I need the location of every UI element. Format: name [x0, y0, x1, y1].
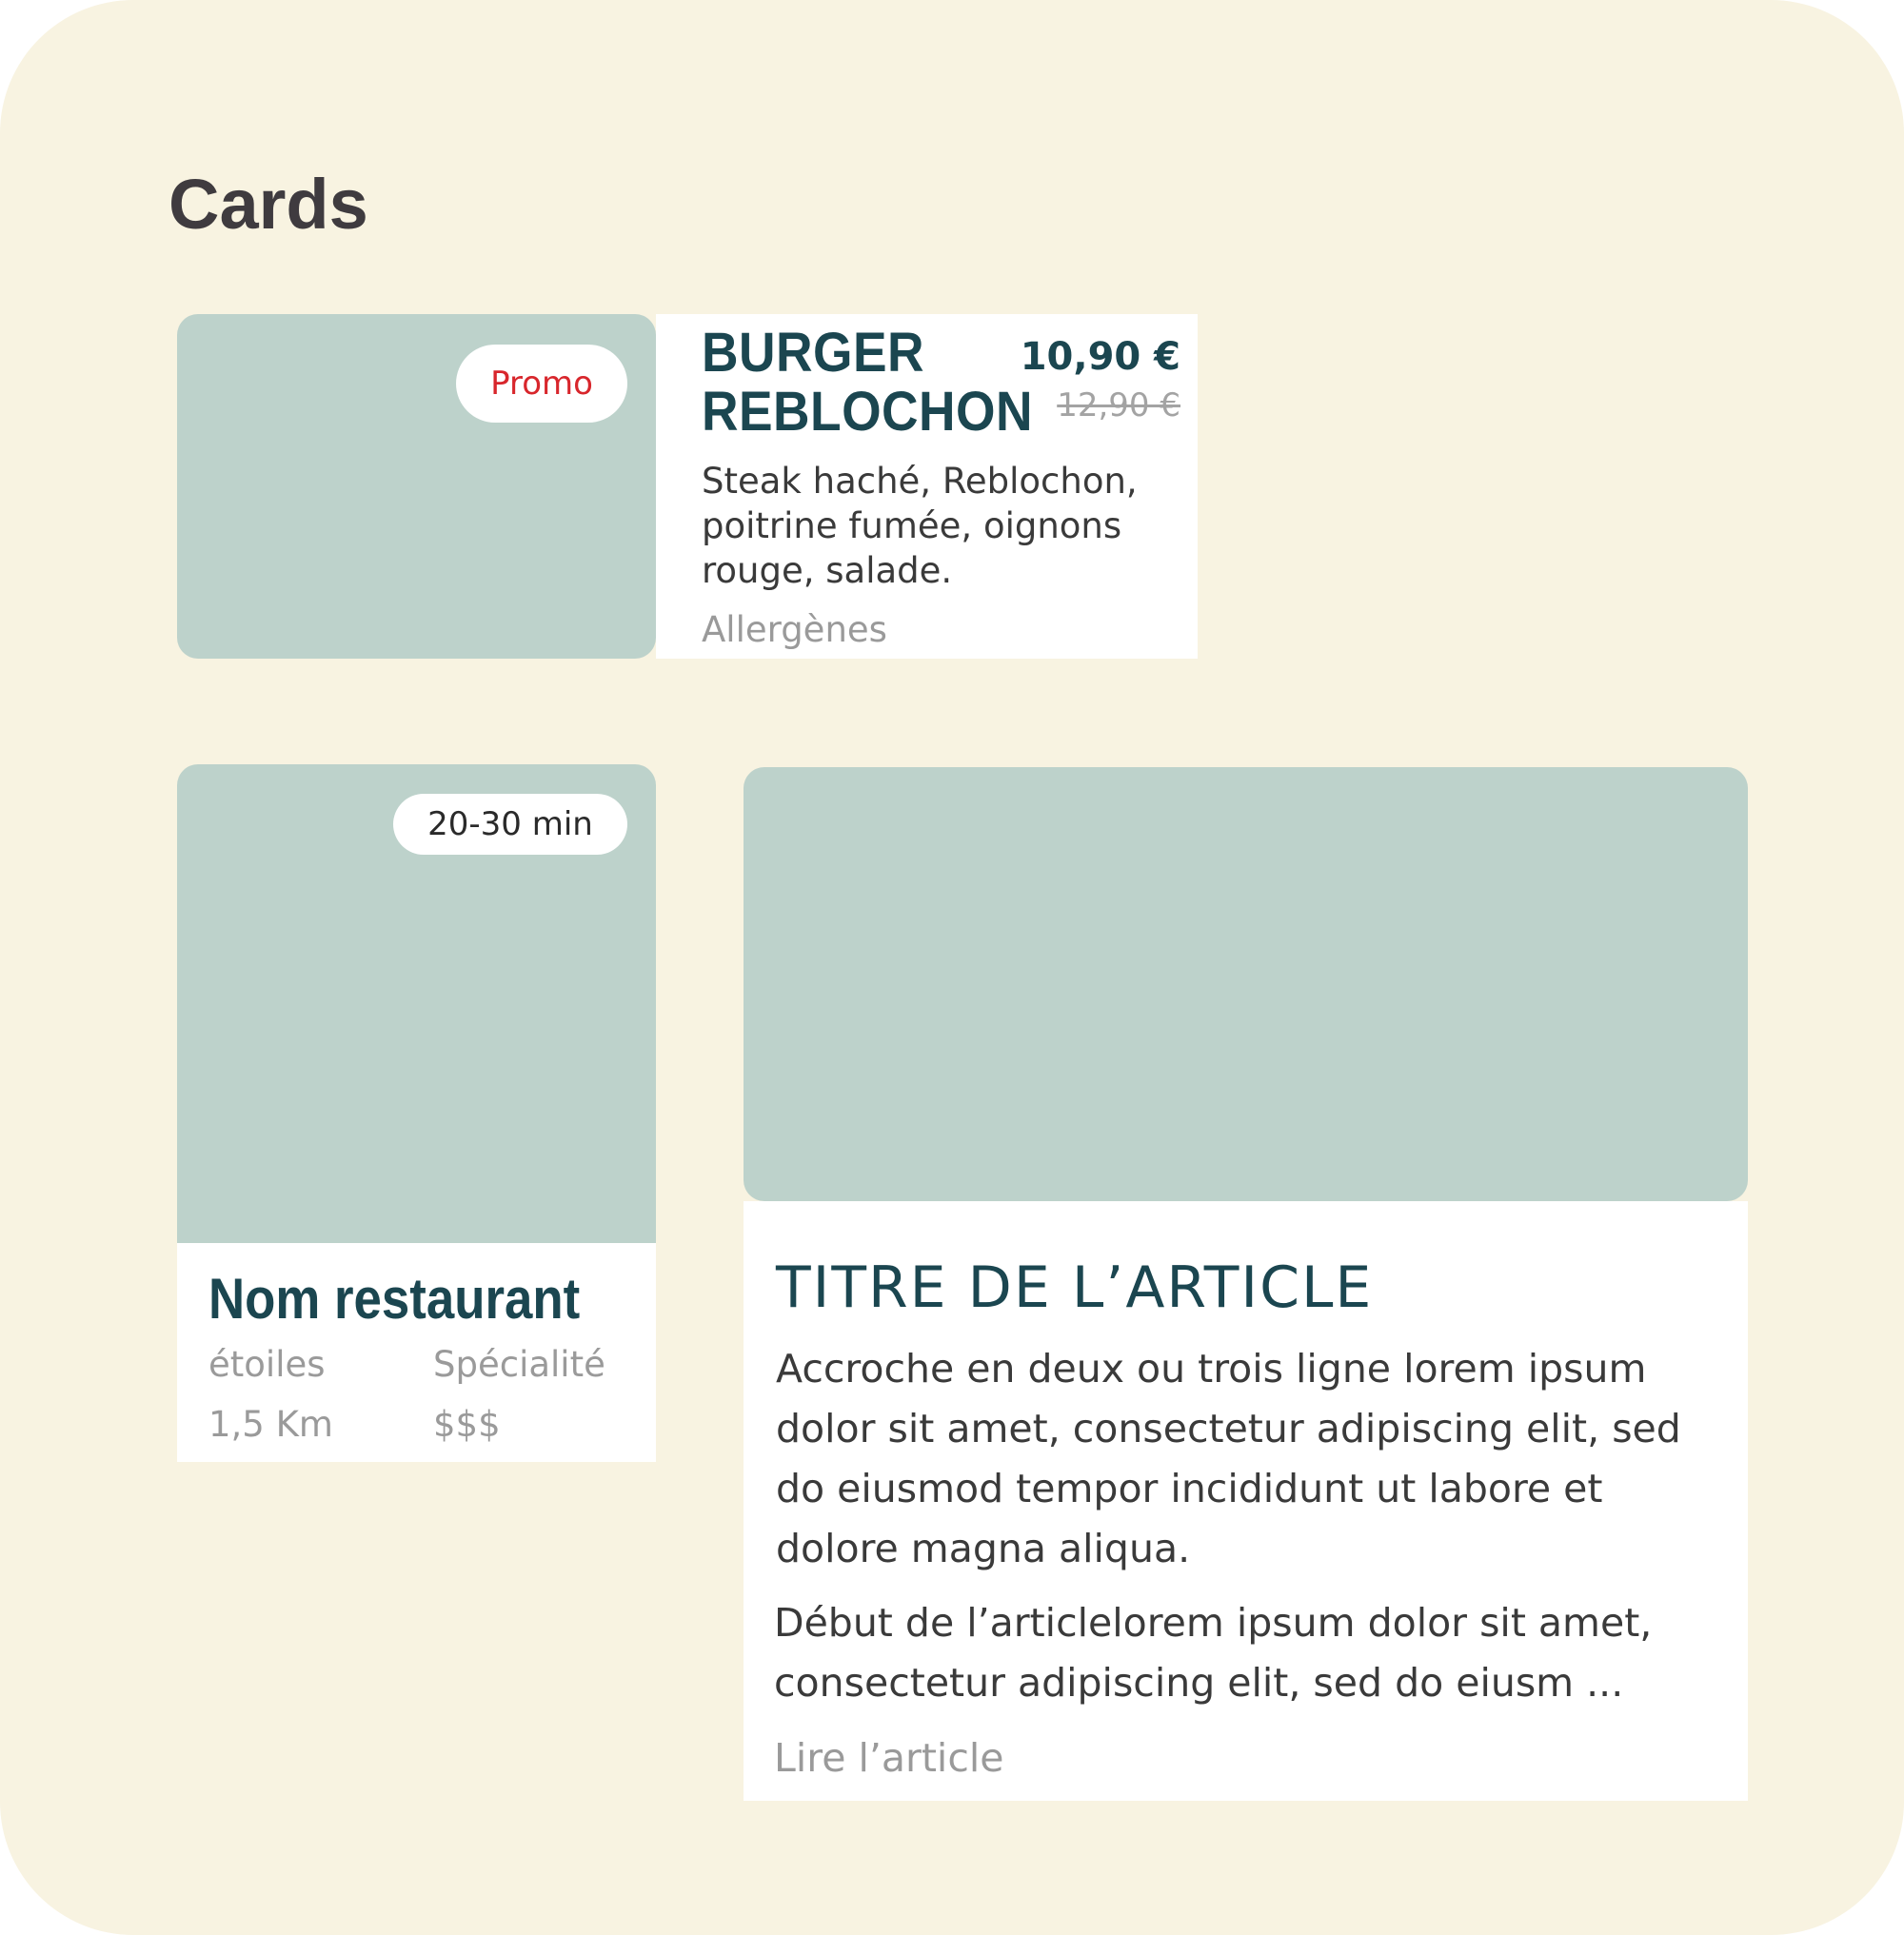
article-image: [744, 767, 1748, 1201]
restaurant-price-level: $$$: [433, 1404, 501, 1445]
product-name: BURGER REBLOCHON: [702, 322, 1034, 443]
article-hook: Accroche en deux ou trois ligne lorem ip…: [776, 1346, 1681, 1571]
restaurant-distance: 1,5 Km: [208, 1404, 333, 1445]
restaurant-name: Nom restaurant: [208, 1267, 581, 1331]
promo-badge: Promo: [456, 345, 627, 423]
restaurant-specialty: Spécialité: [433, 1344, 605, 1385]
restaurant-rating: étoiles: [208, 1344, 326, 1385]
product-price-old: 12,90 €: [1057, 386, 1180, 425]
article-excerpt: Début de l’articlelorem ipsum dolor sit …: [774, 1600, 1653, 1706]
product-price-current: 10,90 €: [1020, 335, 1180, 379]
product-description: Steak haché, Reblochon, poitrine fumée, …: [702, 461, 1138, 591]
allergens-link[interactable]: Allergènes: [702, 609, 887, 650]
read-article-link[interactable]: Lire l’article: [774, 1735, 1003, 1781]
article-title: TITRE DE L’ARTICLE: [776, 1254, 1374, 1321]
delivery-time-badge: 20-30 min: [393, 794, 627, 855]
section-title: Cards: [169, 165, 368, 244]
